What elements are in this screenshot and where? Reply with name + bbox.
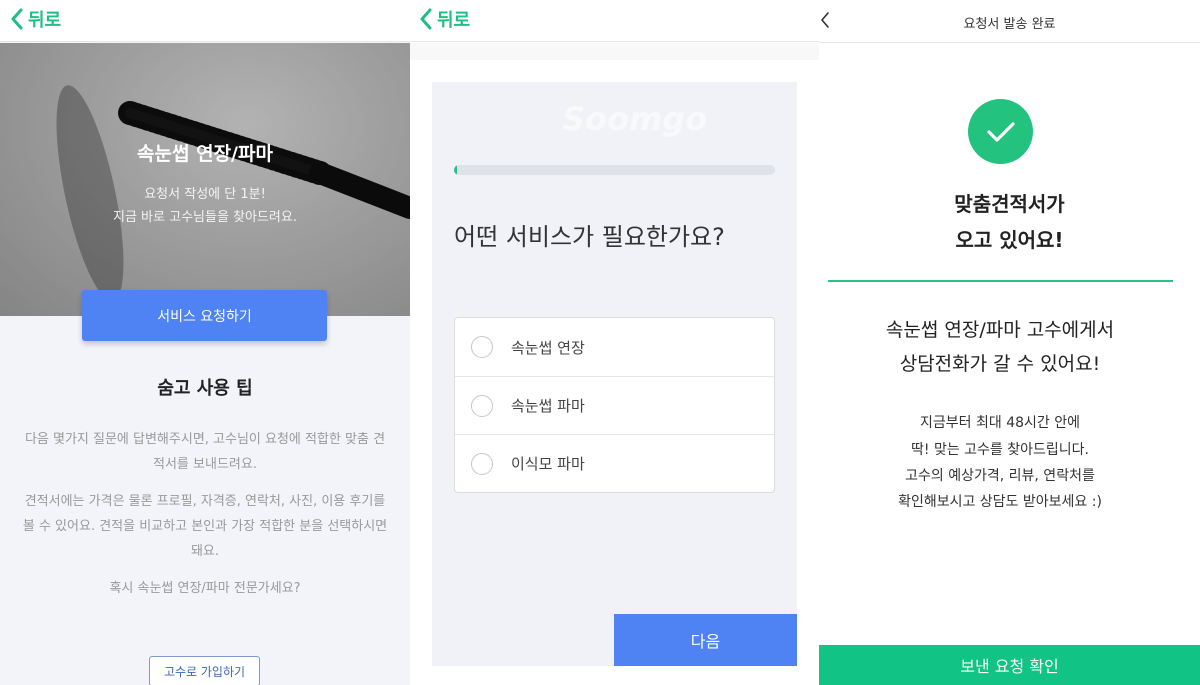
option-label: 속눈썹 파마 [511, 397, 585, 415]
next-button[interactable]: 다음 [614, 614, 797, 666]
service-intro-screen: 뒤로 속눈썹 연장/파마 요청서 작성에 단 1분! 지금 바로 고수님들을 찾… [0, 0, 410, 685]
detail-line-3: 고수의 예상가격, 리뷰, 연락처를 [905, 468, 1095, 484]
tip-paragraph-2: 견적서에는 가격은 물론 프로필, 자격증, 연락처, 사진, 이용 후기를 볼… [22, 494, 388, 559]
tips-title: 숨고 사용 팁 [157, 378, 253, 399]
check-icon [968, 99, 1033, 164]
hero-subtitle-2: 지금 바로 고수님들을 찾아드려요. [113, 210, 297, 225]
detail-line-2: 딱! 맞는 고수를 찾아드립니다. [911, 442, 1089, 458]
hero-title: 속눈썹 연장/파마 [137, 143, 273, 165]
question-screen: 뒤로 Soomgo 어떤 서비스가 필요한가요? 속눈썹 연장 속눈썹 파마 이… [410, 0, 819, 685]
request-sent-screen: 요청서 발송 완료 맞춤견적서가 오고 있어요! 속눈썹 연장/파마 고수에게서… [819, 0, 1200, 685]
chevron-left-icon [420, 8, 432, 30]
option-label: 속눈썹 연장 [511, 338, 585, 357]
detail-line-4: 확인해보시고 상담도 받아보세요 :) [898, 494, 1102, 510]
option-list: 속눈썹 연장 속눈썹 파마 이식모 파마 [454, 317, 775, 493]
divider [828, 280, 1173, 282]
info-line-2: 상담전화가 갈 수 있어요! [899, 353, 1101, 375]
radio-icon[interactable] [471, 452, 493, 475]
back-label: 뒤로 [28, 10, 62, 31]
request-service-button[interactable]: 서비스 요청하기 [82, 290, 327, 341]
top-bar: 뒤로 [410, 0, 819, 42]
tip-paragraph-3: 혹시 속눈썹 연장/파마 전문가세요? [109, 581, 301, 596]
back-button[interactable]: 뒤로 [10, 6, 61, 32]
page-title: 요청서 발송 완료 [963, 17, 1056, 32]
radio-icon[interactable] [471, 394, 493, 417]
check-sent-request-button[interactable]: 보낸 요청 확인 [819, 645, 1200, 685]
question-title: 어떤 서비스가 필요한가요? [454, 223, 725, 251]
option-label: 이식모 파마 [511, 455, 585, 473]
done-message-1: 맞춤견적서가 [954, 192, 1065, 216]
option-transplant-perm[interactable]: 이식모 파마 [455, 434, 774, 492]
hero-banner: 속눈썹 연장/파마 요청서 작성에 단 1분! 지금 바로 고수님들을 찾아드려… [0, 43, 410, 316]
option-eyelash-extension[interactable]: 속눈썹 연장 [455, 318, 774, 376]
hero-subtitle-1: 요청서 작성에 단 1분! [144, 187, 266, 202]
chevron-left-icon [11, 8, 23, 30]
done-message-2: 오고 있어요! [955, 228, 1064, 252]
header-gap [410, 43, 819, 60]
progress-bar [454, 165, 775, 175]
back-label: 뒤로 [437, 10, 471, 31]
detail-line-1: 지금부터 최대 48시간 안에 [920, 415, 1080, 431]
radio-icon[interactable] [471, 336, 493, 358]
hero-overlay [0, 43, 410, 316]
tip-paragraph-1: 다음 몇가지 질문에 답변해주시면, 고수님이 요청에 적합한 맞춤 견적서를 … [24, 432, 386, 472]
join-as-pro-button[interactable]: 고수로 가입하기 [149, 656, 260, 685]
soomgo-watermark: Soomgo [562, 100, 708, 138]
progress-fill [454, 165, 458, 175]
top-bar: 요청서 발송 완료 [819, 0, 1200, 43]
question-card: Soomgo 어떤 서비스가 필요한가요? 속눈썹 연장 속눈썹 파마 이식모 … [432, 82, 797, 666]
info-line-1: 속눈썹 연장/파마 고수에게서 [885, 319, 1115, 341]
option-eyelash-perm[interactable]: 속눈썹 파마 [455, 376, 774, 434]
screens: 뒤로 속눈썹 연장/파마 요청서 작성에 단 1분! 지금 바로 고수님들을 찾… [0, 0, 1200, 685]
back-button[interactable]: 뒤로 [419, 6, 470, 32]
top-bar: 뒤로 [0, 0, 410, 42]
